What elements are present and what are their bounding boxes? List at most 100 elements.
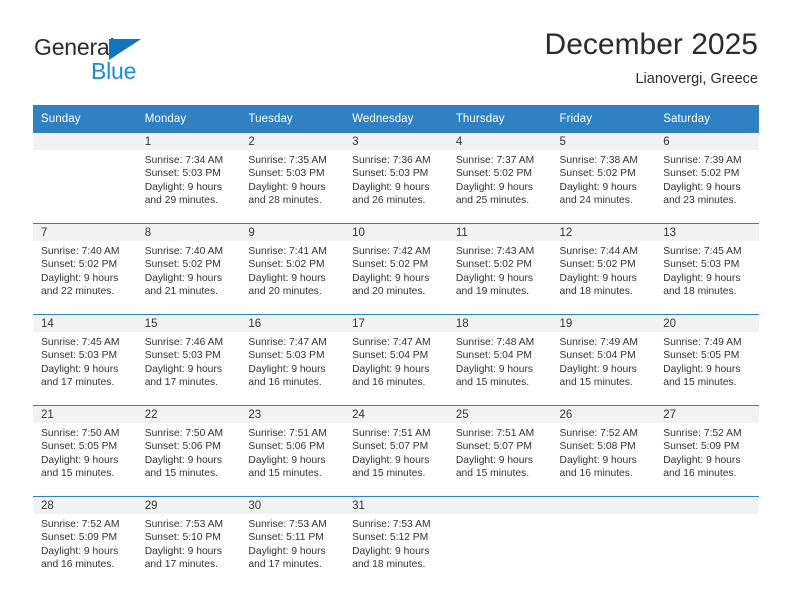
- calendar-day-cell[interactable]: 29 Sunrise: 7:53 AM Sunset: 5:10 PM Dayligh…: [136, 496, 241, 587]
- daylight-text-line2: and 16 minutes.: [248, 377, 322, 389]
- daylight-text-line1: Daylight: 9 hours: [352, 545, 430, 557]
- sunrise-text: Sunrise: 7:49 AM: [559, 337, 638, 348]
- day-number: 21: [33, 406, 137, 423]
- cell-inner: 25 Sunrise: 7:51 AM Sunset: 5:07 PM Dayligh…: [447, 406, 552, 496]
- sunrise-text: Sunrise: 7:47 AM: [352, 337, 431, 348]
- calendar-day-cell[interactable]: 31 Sunrise: 7:53 AM Sunset: 5:12 PM Dayligh…: [344, 496, 448, 587]
- calendar-week-row: 28 Sunrise: 7:52 AM Sunset: 5:09 PM Dayligh…: [33, 496, 759, 587]
- calendar-header-row: Sunday Monday Tuesday Wednesday Thursday Frid…: [33, 105, 759, 133]
- calendar-day-cell[interactable]: 6 Sunrise: 7:39 AM Sunset: 5:02 PM Daylight…: [655, 133, 759, 224]
- calendar-day-cell[interactable]: 21 Sunrise: 7:50 AM Sunset: 5:05 PM Dayligh…: [33, 405, 137, 497]
- cell-inner: 23 Sunrise: 7:51 AM Sunset: 5:06 PM Dayligh…: [240, 406, 345, 496]
- calendar-day-cell[interactable]: 16 Sunrise: 7:47 AM Sunset: 5:03 PM Dayligh…: [240, 314, 345, 406]
- calendar-day-cell[interactable]: 18 Sunrise: 7:48 AM Sunset: 5:04 PM Dayligh…: [447, 314, 552, 406]
- calendar-cell-empty: [447, 496, 552, 587]
- calendar-day-cell[interactable]: 24 Sunrise: 7:51 AM Sunset: 5:07 PM Dayligh…: [344, 405, 448, 497]
- sunset-text: Sunset: 5:02 PM: [559, 259, 636, 271]
- calendar-cell-empty: [655, 496, 759, 587]
- calendar-day-cell[interactable]: 14 Sunrise: 7:45 AM Sunset: 5:03 PM Dayligh…: [33, 314, 137, 406]
- calendar-day-cell[interactable]: 11 Sunrise: 7:43 AM Sunset: 5:02 PM Dayligh…: [447, 223, 552, 315]
- day-details: Sunrise: 7:35 AM Sunset: 5:03 PM Daylight:…: [240, 150, 344, 208]
- calendar-day-cell[interactable]: 12 Sunrise: 7:44 AM Sunset: 5:02 PM Dayligh…: [551, 223, 656, 315]
- calendar-day-cell[interactable]: 30 Sunrise: 7:53 AM Sunset: 5:11 PM Dayligh…: [240, 496, 345, 587]
- calendar-day-cell[interactable]: 5 Sunrise: 7:38 AM Sunset: 5:02 PM Daylight…: [551, 133, 656, 224]
- cell-inner: 31 Sunrise: 7:53 AM Sunset: 5:12 PM Dayligh…: [344, 497, 448, 587]
- calendar-day-cell[interactable]: 3 Sunrise: 7:36 AM Sunset: 5:03 PM Daylight…: [344, 133, 448, 224]
- cell-inner: 11 Sunrise: 7:43 AM Sunset: 5:02 PM Dayligh…: [447, 224, 552, 314]
- cell-inner: 13 Sunrise: 7:45 AM Sunset: 5:03 PM Dayligh…: [655, 224, 759, 314]
- day-details: Sunrise: 7:49 AM Sunset: 5:04 PM Daylight:…: [552, 332, 656, 390]
- day-details: Sunrise: 7:51 AM Sunset: 5:07 PM Daylight:…: [344, 423, 448, 481]
- general-blue-logo[interactable]: General Blue: [34, 34, 224, 90]
- day-details: Sunrise: 7:52 AM Sunset: 5:08 PM Daylight:…: [552, 423, 656, 481]
- day-number: 5: [551, 133, 656, 150]
- cell-inner: 1 Sunrise: 7:34 AM Sunset: 5:03 PM Daylight…: [136, 133, 241, 223]
- sunset-text: Sunset: 5:02 PM: [559, 168, 636, 180]
- calendar-week-row: 7 Sunrise: 7:40 AM Sunset: 5:02 PM Daylight…: [33, 223, 759, 315]
- calendar-day-cell[interactable]: 13 Sunrise: 7:45 AM Sunset: 5:03 PM Dayligh…: [655, 223, 759, 315]
- calendar-day-cell[interactable]: 7 Sunrise: 7:40 AM Sunset: 5:02 PM Daylight…: [33, 223, 137, 315]
- cell-inner: 28 Sunrise: 7:52 AM Sunset: 5:09 PM Dayligh…: [33, 497, 137, 587]
- daylight-text-line2: and 16 minutes.: [559, 468, 633, 480]
- day-number: 12: [551, 224, 656, 241]
- calendar-day-cell[interactable]: 8 Sunrise: 7:40 AM Sunset: 5:02 PM Daylight…: [136, 223, 241, 315]
- daylight-text-line2: and 17 minutes.: [144, 377, 218, 389]
- weekday-header-monday: Monday: [136, 105, 241, 133]
- calendar-day-cell[interactable]: 20 Sunrise: 7:49 AM Sunset: 5:05 PM Dayligh…: [655, 314, 759, 406]
- day-details: Sunrise: 7:39 AM Sunset: 5:02 PM Daylight:…: [655, 150, 759, 208]
- cell-inner: 27 Sunrise: 7:52 AM Sunset: 5:09 PM Dayligh…: [655, 406, 759, 496]
- daylight-text-line1: Daylight: 9 hours: [455, 272, 534, 284]
- daylight-text-line2: and 25 minutes.: [455, 195, 530, 207]
- calendar-day-cell[interactable]: 22 Sunrise: 7:50 AM Sunset: 5:06 PM Dayligh…: [136, 405, 241, 497]
- daylight-text-line2: and 18 minutes.: [663, 286, 737, 298]
- calendar-day-cell[interactable]: 25 Sunrise: 7:51 AM Sunset: 5:07 PM Dayligh…: [447, 405, 552, 497]
- weekday-header-friday: Friday: [551, 105, 656, 133]
- cell-inner: 7 Sunrise: 7:40 AM Sunset: 5:02 PM Daylight…: [33, 224, 137, 314]
- day-number: 17: [344, 315, 448, 332]
- day-details: Sunrise: 7:41 AM Sunset: 5:02 PM Daylight:…: [240, 241, 344, 299]
- calendar-day-cell[interactable]: 10 Sunrise: 7:42 AM Sunset: 5:02 PM Dayligh…: [344, 223, 448, 315]
- calendar-day-cell[interactable]: 9 Sunrise: 7:41 AM Sunset: 5:02 PM Daylight…: [240, 223, 345, 315]
- calendar-day-cell[interactable]: 27 Sunrise: 7:52 AM Sunset: 5:09 PM Dayligh…: [655, 405, 759, 497]
- daylight-text-line1: Daylight: 9 hours: [144, 363, 222, 375]
- day-details: [655, 514, 759, 518]
- calendar-day-cell[interactable]: 17 Sunrise: 7:47 AM Sunset: 5:04 PM Dayligh…: [344, 314, 448, 406]
- day-number: [447, 497, 552, 514]
- cell-inner: 12 Sunrise: 7:44 AM Sunset: 5:02 PM Dayligh…: [551, 224, 656, 314]
- day-details: Sunrise: 7:47 AM Sunset: 5:04 PM Daylight:…: [344, 332, 448, 390]
- calendar-week-row: 1 Sunrise: 7:34 AM Sunset: 5:03 PM Daylight…: [33, 133, 759, 224]
- daylight-text-line2: and 17 minutes.: [248, 559, 322, 571]
- daylight-text-line2: and 21 minutes.: [144, 286, 218, 298]
- sunrise-text: Sunrise: 7:41 AM: [248, 246, 327, 257]
- day-number: 2: [240, 133, 345, 150]
- calendar-day-cell[interactable]: 28 Sunrise: 7:52 AM Sunset: 5:09 PM Dayligh…: [33, 496, 137, 587]
- calendar-day-cell[interactable]: 23 Sunrise: 7:51 AM Sunset: 5:06 PM Dayligh…: [240, 405, 345, 497]
- daylight-text-line2: and 28 minutes.: [248, 195, 322, 207]
- calendar-day-cell[interactable]: 26 Sunrise: 7:52 AM Sunset: 5:08 PM Dayligh…: [551, 405, 656, 497]
- sunrise-text: Sunrise: 7:34 AM: [144, 155, 224, 166]
- calendar-day-cell[interactable]: 15 Sunrise: 7:46 AM Sunset: 5:03 PM Dayligh…: [136, 314, 241, 406]
- daylight-text-line1: Daylight: 9 hours: [144, 181, 222, 193]
- calendar-day-cell[interactable]: 19 Sunrise: 7:49 AM Sunset: 5:04 PM Dayligh…: [551, 314, 656, 406]
- day-number: [33, 133, 137, 150]
- calendar-day-cell[interactable]: 1 Sunrise: 7:34 AM Sunset: 5:03 PM Daylight…: [136, 133, 241, 224]
- weekday-header-wednesday: Wednesday: [344, 105, 448, 133]
- cell-inner: 19 Sunrise: 7:49 AM Sunset: 5:04 PM Dayligh…: [551, 315, 656, 405]
- sunset-text: Sunset: 5:02 PM: [144, 259, 221, 271]
- day-details: [448, 514, 552, 518]
- daylight-text-line2: and 16 minutes.: [663, 468, 737, 480]
- sunset-text: Sunset: 5:12 PM: [352, 532, 429, 544]
- day-number: 20: [655, 315, 759, 332]
- sunrise-text: Sunrise: 7:51 AM: [248, 428, 327, 439]
- daylight-text-line1: Daylight: 9 hours: [559, 363, 637, 375]
- cell-inner: 15 Sunrise: 7:46 AM Sunset: 5:03 PM Dayligh…: [136, 315, 241, 405]
- day-details: Sunrise: 7:53 AM Sunset: 5:10 PM Daylight:…: [137, 514, 241, 572]
- cell-inner: [551, 497, 656, 587]
- sunrise-text: Sunrise: 7:47 AM: [248, 337, 327, 348]
- calendar-day-cell[interactable]: 4 Sunrise: 7:37 AM Sunset: 5:02 PM Daylight…: [447, 133, 552, 224]
- daylight-text-line1: Daylight: 9 hours: [352, 181, 430, 193]
- calendar-day-cell[interactable]: 2 Sunrise: 7:35 AM Sunset: 5:03 PM Daylight…: [240, 133, 345, 224]
- calendar-week-row: 21 Sunrise: 7:50 AM Sunset: 5:05 PM Dayligh…: [33, 405, 759, 497]
- sunrise-text: Sunrise: 7:45 AM: [41, 337, 120, 348]
- cell-inner: 10 Sunrise: 7:42 AM Sunset: 5:02 PM Dayligh…: [344, 224, 448, 314]
